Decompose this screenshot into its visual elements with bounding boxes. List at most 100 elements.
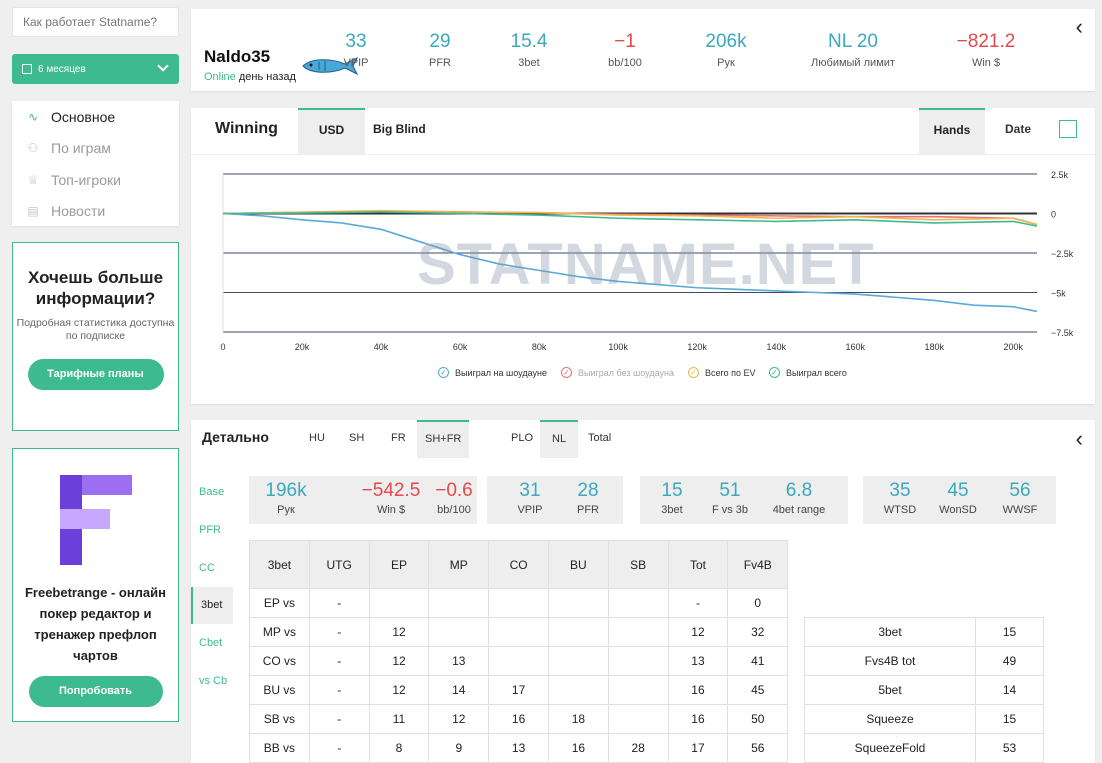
- table-cell: BB vs: [249, 733, 310, 763]
- table-cell: [607, 646, 669, 676]
- legend-item[interactable]: ✓ Всего по EV: [688, 367, 755, 378]
- x-tick-label: 80k: [532, 342, 547, 352]
- table-cell: 9: [428, 733, 490, 763]
- summary-label: 3bet: [804, 617, 976, 647]
- stat-value: 196k: [265, 480, 307, 501]
- top-stat-bb-100: −1 bb/100: [580, 31, 670, 69]
- table-cell: -: [308, 588, 370, 618]
- sidebar-nav: ∿ Основное ⚇ По играм ♕ Топ-игроки ▤ Нов…: [12, 101, 179, 226]
- column-header: Fv4B: [727, 540, 789, 589]
- tab-nl[interactable]: NL: [540, 420, 579, 458]
- try-button[interactable]: Попробовать: [28, 676, 163, 707]
- box-stat: 28 PFR: [552, 480, 624, 516]
- watermark: STATNAME.NET: [417, 232, 875, 297]
- table-cell: 12: [667, 617, 729, 647]
- tab-sh-fr[interactable]: SH+FR: [417, 420, 470, 458]
- table-cell: 13: [428, 646, 490, 676]
- summary-value: 14: [975, 675, 1044, 705]
- side-tab-pfr[interactable]: PFR: [191, 512, 233, 549]
- nav-item-games[interactable]: ⚇ По играм: [12, 133, 179, 165]
- x-tick-label: 100k: [608, 342, 628, 352]
- nav-item-news[interactable]: ▤ Новости: [12, 196, 179, 228]
- tariff-plans-button[interactable]: Тарифные планы: [27, 359, 164, 390]
- tab-fr[interactable]: FR: [383, 420, 414, 458]
- table-cell: -: [308, 675, 370, 705]
- side-tab-cc[interactable]: CC: [191, 550, 233, 587]
- stat-value: 56: [1009, 480, 1031, 501]
- tab-hu[interactable]: HU: [301, 420, 333, 458]
- summary-label: 5bet: [804, 675, 976, 705]
- table-cell: 17: [667, 733, 729, 763]
- expand-icon[interactable]: [1059, 120, 1077, 138]
- nav-item-label: Новости: [51, 203, 106, 220]
- legend-label: Выиграл всего: [786, 367, 847, 378]
- table-head-row: 3bet UTG EP MP CO BU SB Tot Fv4B: [249, 540, 789, 589]
- stat-label: PFR: [429, 57, 451, 69]
- stat-label: Рук: [277, 504, 295, 516]
- chevron-down-icon: [157, 60, 169, 72]
- stat-label: bb/100: [437, 504, 471, 516]
- detail-card: Детально HU SH FR SH+FR PLO NL Total ‹ Base PFR…: [191, 420, 1095, 763]
- legend-check-icon: ✓: [769, 367, 780, 378]
- nav-item-main[interactable]: ∿ Основное: [12, 101, 179, 133]
- table-cell: [488, 588, 549, 618]
- table-cell: 16: [547, 733, 609, 763]
- table-cell: [607, 588, 669, 618]
- side-tab-base[interactable]: Base: [191, 474, 233, 511]
- table-cell: [607, 617, 669, 647]
- legend-item[interactable]: ✓ Выиграл на шоудауне: [438, 367, 547, 378]
- summary-value: 15: [975, 617, 1044, 647]
- nav-item-top-players[interactable]: ♕ Топ-игроки: [12, 164, 179, 196]
- stat-label: bb/100: [608, 57, 642, 69]
- table-cell: 0: [727, 588, 789, 618]
- legend-check-icon: ✓: [438, 367, 449, 378]
- table-cell: [547, 675, 609, 705]
- stat-value: 51: [719, 480, 741, 501]
- table-cell: [547, 617, 609, 647]
- tab-big-blind[interactable]: Big Blind: [367, 108, 432, 154]
- x-tick-label: 0: [220, 342, 225, 352]
- collapse-arrow-icon[interactable]: ‹: [1076, 428, 1083, 450]
- top-stat-vpip: 33 VPIP: [311, 31, 401, 69]
- table-cell: [428, 617, 490, 647]
- top-stat-любимый-лимит: NL 20 Любимый лимит: [808, 31, 898, 69]
- summary-row: Squeeze 15: [804, 704, 1044, 734]
- table-cell: [368, 588, 430, 618]
- stat-label: Win $: [376, 504, 406, 516]
- tab-hands[interactable]: Hands: [919, 108, 985, 154]
- side-tab-3bet[interactable]: 3bet: [191, 587, 233, 625]
- period-dropdown[interactable]: 6 месяцев: [12, 54, 179, 84]
- nav-item-label: Топ-игроки: [51, 171, 121, 188]
- collapse-arrow-icon[interactable]: ‹: [1076, 16, 1083, 38]
- stat-value: 28: [577, 480, 599, 501]
- table-cell: 45: [727, 675, 789, 705]
- x-tick-label: 20k: [295, 342, 310, 352]
- tab-plo[interactable]: PLO: [503, 420, 541, 458]
- legend-item[interactable]: ✓ Выиграл всего: [769, 367, 847, 378]
- tab-usd[interactable]: USD: [298, 108, 365, 154]
- side-tab-cbet[interactable]: Cbet: [191, 625, 233, 662]
- stat-box: 31 VPIP 28 PFR: [487, 476, 623, 524]
- table-cell: [428, 588, 490, 618]
- tab-sh[interactable]: SH: [341, 420, 372, 458]
- three-bet-table: 3bet UTG EP MP CO BU SB Tot Fv4B EP vs - -0 MP vs -12…: [249, 540, 789, 763]
- side-tab-vs-cb[interactable]: vs Cb: [191, 663, 233, 700]
- column-header: Tot: [667, 540, 729, 589]
- tab-date[interactable]: Date: [985, 108, 1051, 154]
- stat-value: 15.4: [510, 31, 548, 52]
- legend-check-icon: ✓: [561, 367, 572, 378]
- legend-item[interactable]: ✓ Выиграл без шоудауна: [561, 367, 674, 378]
- stat-label: Рук: [717, 57, 735, 69]
- tab-total[interactable]: Total: [580, 420, 619, 458]
- table-cell: 41: [727, 646, 789, 676]
- summary-label: Fvs4B tot: [804, 646, 976, 676]
- search-input[interactable]: [12, 7, 179, 37]
- x-tick-label: 160k: [845, 342, 865, 352]
- player-status: Online день назад: [204, 71, 296, 83]
- box-stat: 56 WWSF: [984, 480, 1056, 516]
- y-tick-label: −2.5k: [1051, 249, 1074, 259]
- period-label: 6 месяцев: [38, 63, 86, 75]
- promo-subtitle: Подробная статистика доступна по подписк…: [16, 317, 175, 342]
- promo-heading: Хочешь больше информации?: [27, 268, 164, 308]
- table-row: BU vs -12 14 17 16 45: [249, 675, 789, 705]
